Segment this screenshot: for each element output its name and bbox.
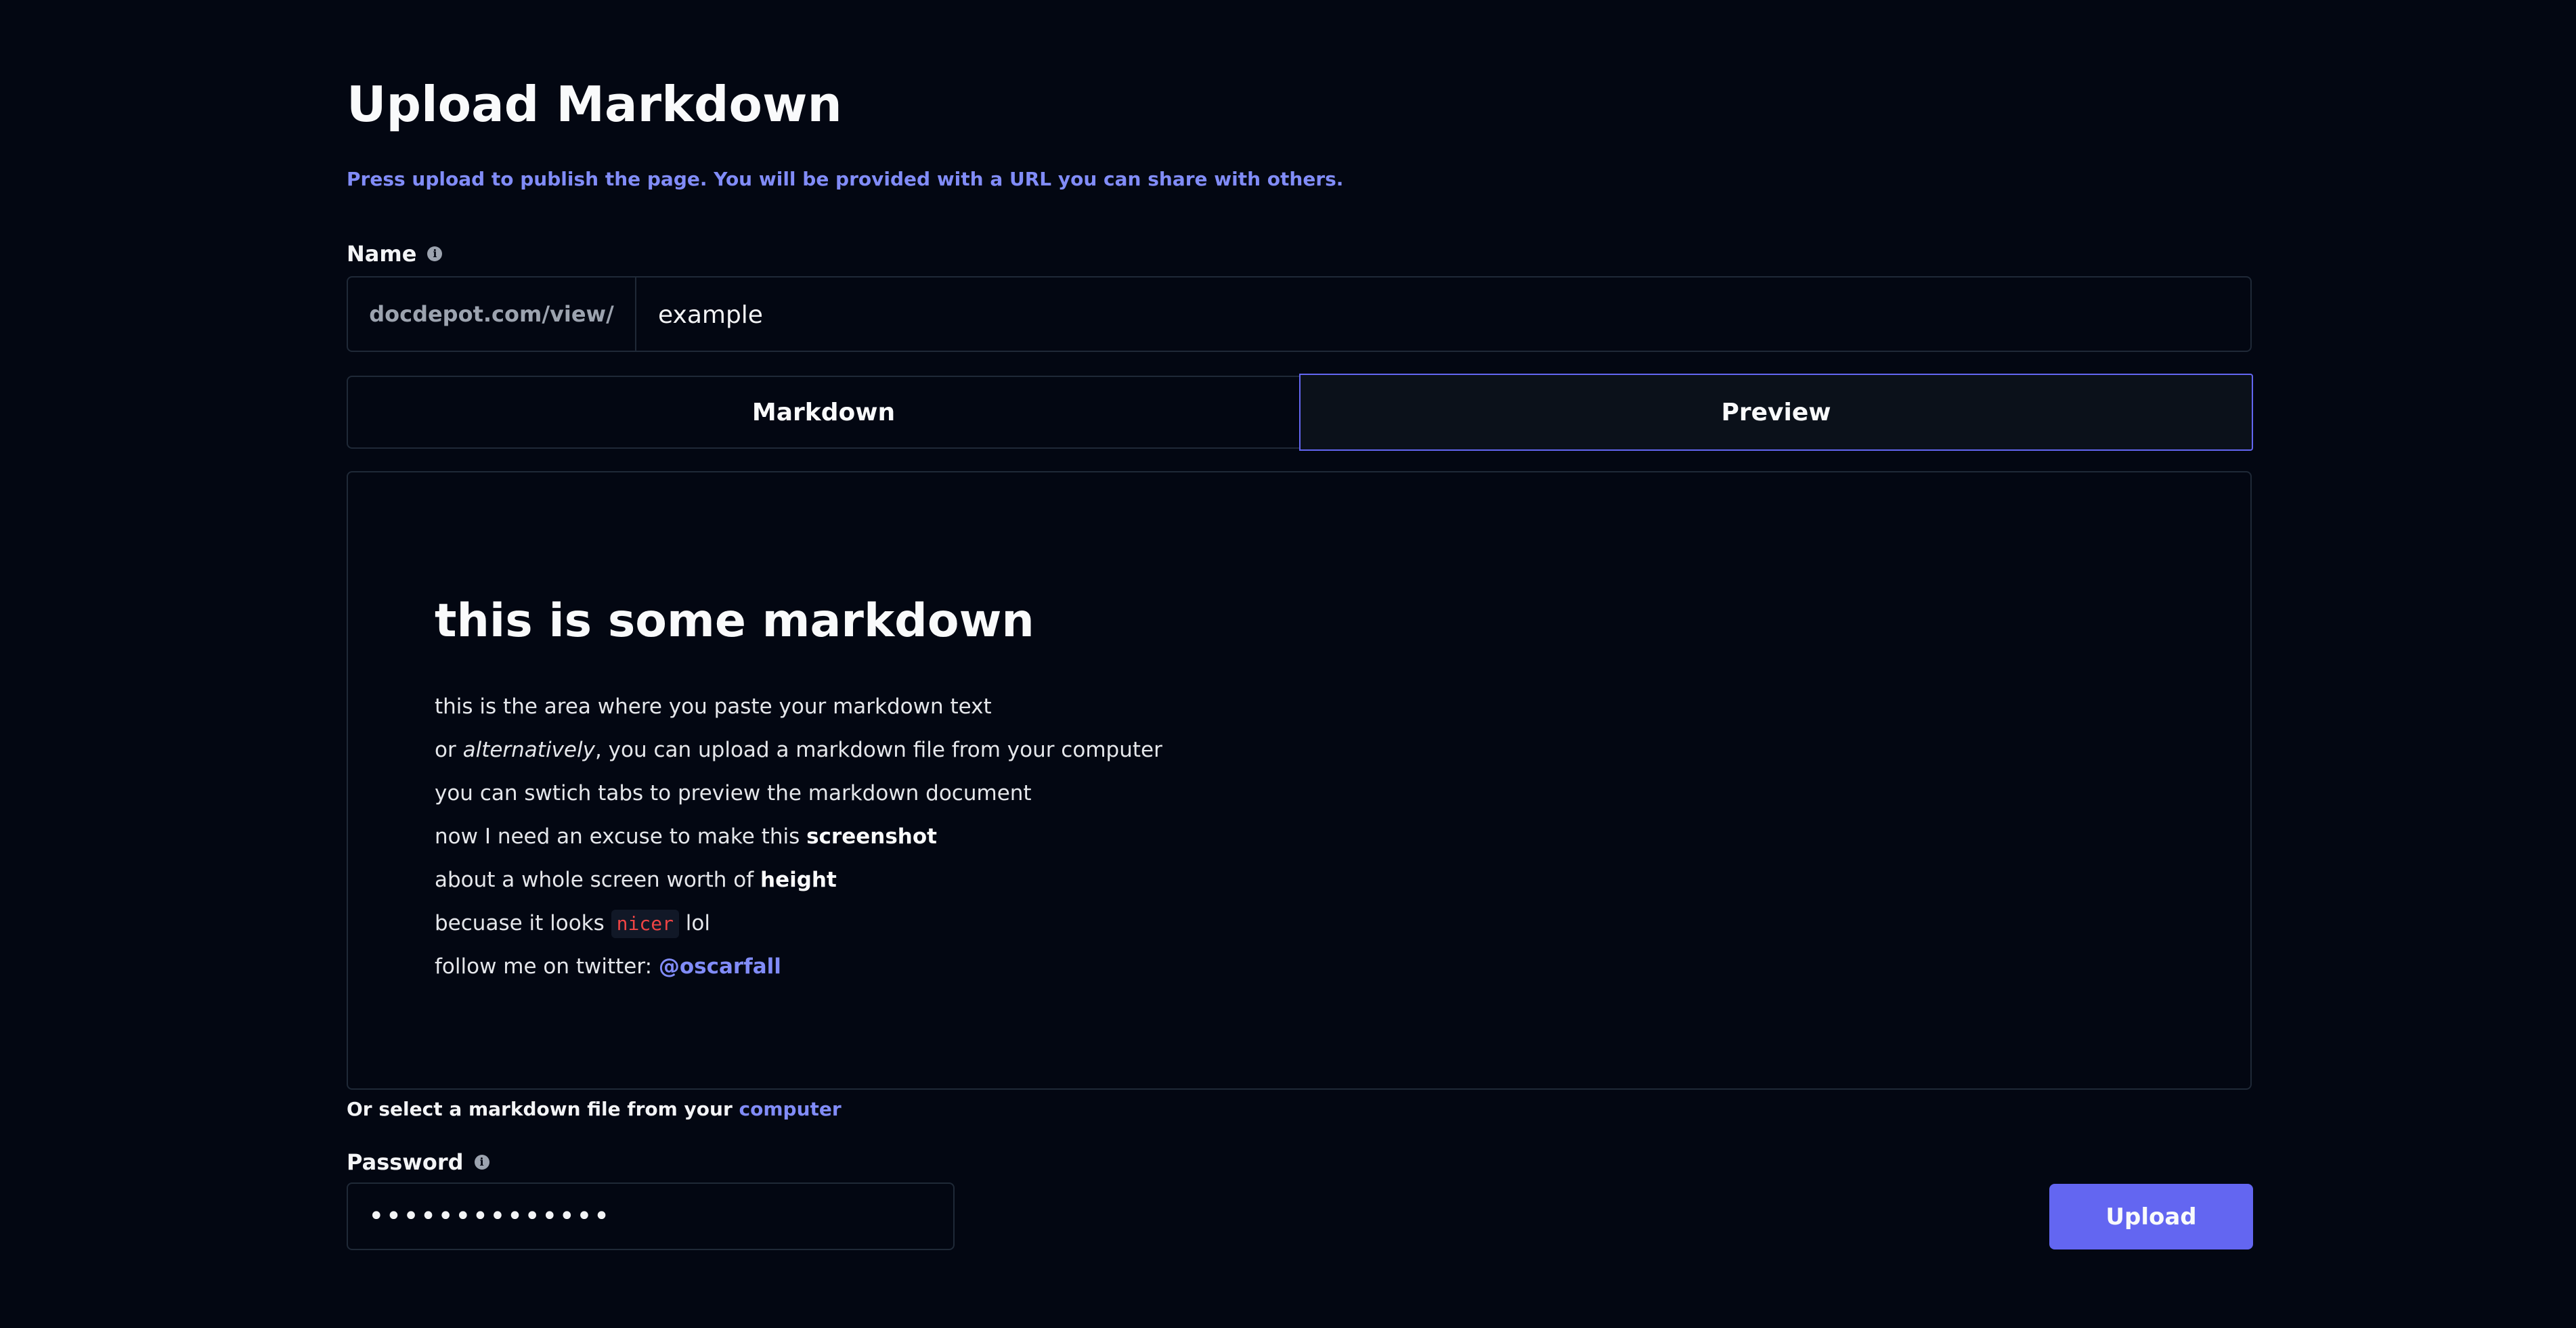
preview-bold: height (760, 868, 837, 892)
file-select-text: Or select a markdown file from your (347, 1098, 739, 1120)
tab-markdown[interactable]: Markdown (347, 376, 1299, 449)
preview-line: or alternatively, you can upload a markd… (435, 728, 1162, 772)
twitter-link[interactable]: @oscarfall (659, 954, 781, 979)
name-label: Name i (347, 241, 443, 267)
url-prefix: docdepot.com/view/ (348, 278, 636, 351)
preview-text: becuase it looks (435, 911, 611, 935)
preview-line: now I need an excuse to make this screen… (435, 815, 1162, 858)
info-icon[interactable]: i (474, 1155, 489, 1170)
editor-tabs: Markdown Preview (347, 374, 2253, 451)
password-label-text: Password (347, 1149, 464, 1175)
page-subtitle: Press upload to publish the page. You wi… (347, 168, 1344, 190)
preview-line: follow me on twitter: @oscarfall (435, 945, 1162, 988)
upload-button[interactable]: Upload (2049, 1184, 2253, 1249)
preview-text: now I need an excuse to make this (435, 824, 807, 849)
name-label-text: Name (347, 241, 417, 267)
preview-panel: this is some markdown this is the area w… (347, 471, 2252, 1090)
name-field-group: docdepot.com/view/ (347, 276, 2252, 352)
tab-preview[interactable]: Preview (1299, 374, 2253, 451)
select-file-link[interactable]: computer (739, 1098, 842, 1120)
preview-heading: this is some markdown (435, 594, 1034, 648)
preview-italic: alternatively (462, 738, 595, 762)
name-input[interactable] (636, 278, 2250, 351)
info-icon[interactable]: i (427, 246, 443, 261)
preview-text: or (435, 738, 463, 762)
markdown-preview: this is some markdown this is the area w… (435, 594, 1162, 988)
file-select-note: Or select a markdown file from your comp… (347, 1098, 842, 1120)
preview-text: lol (678, 911, 710, 935)
preview-line: this is the area where you paste your ma… (435, 694, 992, 719)
preview-line: about a whole screen worth of height (435, 858, 1162, 902)
preview-text: about a whole screen worth of (435, 868, 761, 892)
password-input[interactable] (347, 1182, 955, 1250)
preview-text: , you can upload a markdown file from yo… (594, 738, 1162, 762)
password-label: Password i (347, 1149, 489, 1175)
page-title: Upload Markdown (347, 76, 842, 133)
preview-line: becuase it looks nicer lol (435, 902, 1162, 945)
preview-bold: screenshot (806, 824, 937, 849)
preview-text: follow me on twitter: (435, 954, 659, 979)
preview-inline-code: nicer (611, 910, 679, 938)
preview-line: you can swtich tabs to preview the markd… (435, 781, 1032, 805)
